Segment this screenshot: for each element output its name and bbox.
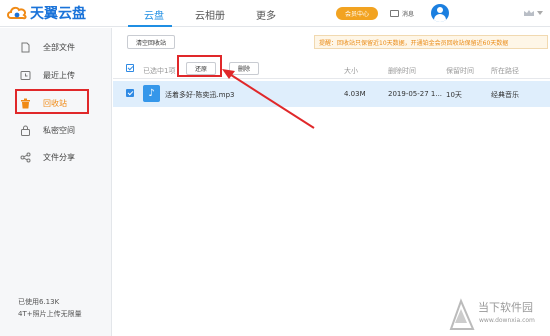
sidebar-item-label: 私密空间 <box>43 125 75 135</box>
crown-icon[interactable] <box>523 9 535 17</box>
sidebar: 全部文件 最近上传 回收站 私密空间 文件分享 已使用6.13K 4T+照片上传… <box>0 28 112 336</box>
sidebar-item-recent-uploads[interactable]: 最近上传 <box>0 64 112 86</box>
file-path[interactable]: 经典音乐 <box>491 90 519 100</box>
storage-quota[interactable]: 4T+照片上传无限量 <box>18 309 82 319</box>
file-icon <box>21 42 30 52</box>
sidebar-item-private-space[interactable]: 私密空间 <box>0 119 112 141</box>
selected-count: 已选中1项 <box>143 67 176 75</box>
avatar-body <box>434 14 446 22</box>
column-path[interactable]: 所在路径 <box>491 66 519 76</box>
watermark-url: www.downxia.com <box>479 317 535 324</box>
column-deleted-time[interactable]: 删除时间 <box>388 66 416 76</box>
avatar[interactable] <box>431 4 449 22</box>
recycle-bin-highlight-box <box>15 89 89 114</box>
storage-usage: 已使用6.13K <box>18 298 60 306</box>
vip-center-button[interactable]: 会员中心 <box>336 7 378 20</box>
select-all-checkbox[interactable] <box>126 64 134 72</box>
clock-icon <box>20 70 31 80</box>
nav-more[interactable]: 更多 <box>256 7 276 22</box>
sidebar-item-label: 全部文件 <box>43 42 75 52</box>
watermark-text: 当下软件园 <box>478 301 533 314</box>
logo-text: 天翼云盘 <box>30 6 86 22</box>
music-file-icon: ♪ <box>143 85 160 102</box>
file-retention: 10天 <box>446 91 462 99</box>
top-bar: 天翼云盘 云盘 云相册 更多 会员中心 消息 <box>0 0 550 27</box>
retention-notice: 提醒：回收站只保留近10天数据，开通铂金会员回收站保留近60天数据 <box>314 35 548 49</box>
nav-cloud-disk[interactable]: 云盘 <box>144 7 164 22</box>
clear-recycle-bin-button[interactable]: 清空回收站 <box>127 35 175 49</box>
sidebar-item-all-files[interactable]: 全部文件 <box>0 36 112 58</box>
app-logo[interactable]: 天翼云盘 <box>6 4 86 22</box>
share-icon <box>20 152 31 162</box>
file-size: 4.03M <box>344 90 366 98</box>
messages-label: 消息 <box>402 11 415 18</box>
nav-cloud-album[interactable]: 云相册 <box>195 7 225 22</box>
column-retention[interactable]: 保留时间 <box>446 66 474 76</box>
message-icon <box>390 10 399 17</box>
avatar-head <box>437 7 443 13</box>
sidebar-item-label: 最近上传 <box>43 70 75 80</box>
cloud-logo-icon <box>7 6 27 20</box>
file-name[interactable]: 活着多好-陈奕迅.mp3 <box>165 90 234 100</box>
sidebar-item-file-share[interactable]: 文件分享 <box>0 146 112 168</box>
lock-icon <box>21 125 30 136</box>
sidebar-item-label: 文件分享 <box>43 152 75 162</box>
file-deleted-time: 2019-05-27 1... <box>388 90 443 98</box>
restore-highlight-box <box>177 55 222 77</box>
row-checkbox[interactable] <box>126 89 134 97</box>
column-size[interactable]: 大小 <box>344 66 358 76</box>
nav-active-underline <box>128 25 172 27</box>
delete-button[interactable]: 删除 <box>229 62 259 75</box>
toolbar: 清空回收站 提醒：回收站只保留近10天数据，开通铂金会员回收站保留近60天数据 <box>113 28 550 56</box>
messages-button[interactable]: 消息 <box>390 7 414 20</box>
table-row[interactable]: ♪ 活着多好-陈奕迅.mp3 4.03M 2019-05-27 1... 10天… <box>113 81 550 107</box>
chevron-down-icon[interactable] <box>537 11 543 15</box>
